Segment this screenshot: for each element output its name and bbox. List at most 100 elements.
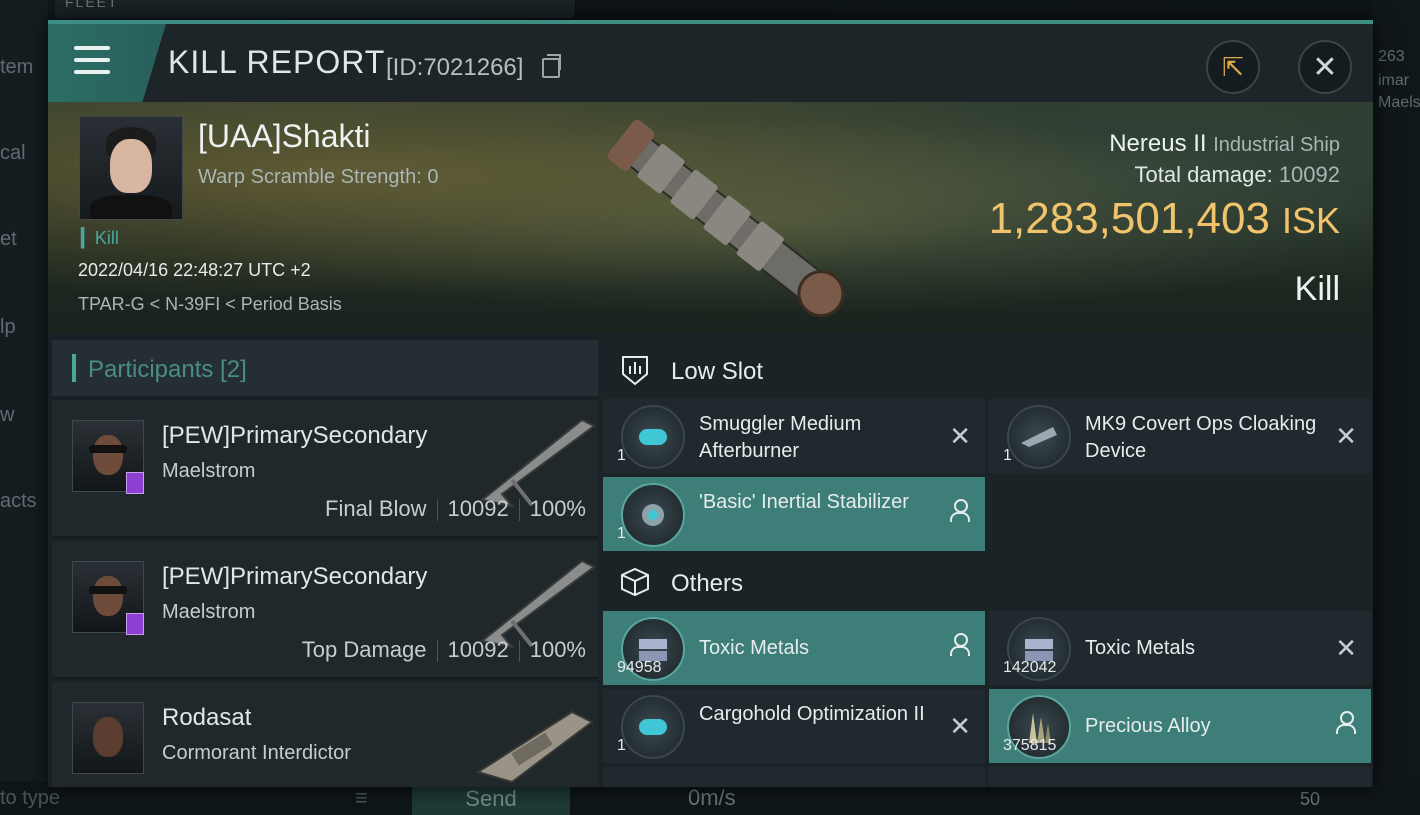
item-name: MK9 Covert Ops Cloaking Device — [1085, 413, 1317, 462]
item-quantity: 375815 — [1003, 737, 1057, 754]
item-quantity: 1 — [1003, 447, 1012, 464]
item-icon — [621, 483, 685, 547]
participant-row[interactable]: Rodasat Cormorant Interdictor — [52, 682, 598, 787]
ship-class: Industrial Ship — [1213, 134, 1340, 156]
victim-avatar[interactable] — [79, 116, 183, 220]
item-name: Smuggler Medium Afterburner — [699, 413, 862, 462]
sidebar-label[interactable]: w — [0, 404, 14, 427]
kill-tag-label: Kill — [94, 228, 119, 248]
kill-tag: ▎Kill — [81, 228, 119, 248]
right-overview: 263 imar Maels — [1372, 0, 1420, 815]
corp-badge-icon — [126, 613, 144, 635]
participants-header[interactable]: Participants [2] — [52, 340, 598, 396]
participant-avatar — [72, 702, 144, 774]
fleet-tab[interactable]: FLEET — [55, 0, 575, 18]
item-quantity: 1 — [617, 737, 626, 754]
dropped-user-icon — [949, 499, 970, 523]
hamburger-icon — [74, 46, 110, 82]
item-name: Cargohold Optimization II — [699, 703, 925, 725]
overview-label: Maels — [1378, 94, 1420, 111]
participant-percent: 100% — [529, 496, 586, 521]
kill-result: Kill — [1294, 270, 1340, 308]
participant-ship-image — [479, 559, 596, 649]
speed-readout: 0m/s — [688, 785, 736, 810]
item-quantity: 1 — [617, 525, 626, 542]
copy-icon[interactable] — [542, 54, 561, 78]
participant-name: [PEW]PrimarySecondary — [162, 563, 428, 590]
sidebar-label[interactable]: et — [0, 228, 17, 251]
chat-menu-icon[interactable]: ≡ — [355, 785, 391, 811]
kill-report-modal: KILL REPORT [ID:7021266] ⇱ ✕ [UAA]Shakti… — [48, 20, 1373, 787]
destroyed-icon: ✕ — [1335, 421, 1357, 451]
menu-button[interactable] — [48, 24, 166, 102]
participant-name: [PEW]PrimarySecondary — [162, 422, 428, 449]
destroyed-icon: ✕ — [949, 421, 971, 451]
send-button[interactable]: Send — [412, 783, 570, 815]
item-quantity: 142042 — [1003, 659, 1057, 676]
participant-ship-image — [479, 418, 596, 508]
item-name: Precious Alloy — [1085, 715, 1211, 737]
left-sidebar: tem cal et lp w acts — [0, 0, 48, 815]
divider — [518, 499, 520, 522]
close-icon: ✕ — [1312, 50, 1338, 84]
participant-ship: Maelstrom — [162, 601, 256, 623]
others-title: Others — [671, 570, 744, 597]
divider — [436, 640, 438, 663]
participant-role: Final Blow — [325, 496, 427, 521]
participant-role: Top Damage — [301, 637, 427, 662]
item-quantity: 1 — [617, 447, 626, 464]
sidebar-label[interactable]: lp — [0, 316, 16, 339]
item-slot[interactable]: 375815 Precious Alloy — [989, 689, 1371, 763]
destroyed-icon: ✕ — [949, 711, 971, 741]
divider — [518, 640, 520, 663]
item-quantity: 94958 — [617, 659, 662, 676]
dropped-user-icon — [949, 633, 970, 657]
participant-ship-image — [475, 710, 594, 784]
ship-name[interactable]: Nereus II — [1109, 130, 1206, 157]
close-button[interactable]: ✕ — [1298, 40, 1352, 94]
participant-ship: Maelstrom — [162, 460, 256, 482]
participant-row[interactable]: [PEW]PrimarySecondary Maelstrom Top Dama… — [52, 541, 598, 679]
item-name: Toxic Metals — [1085, 637, 1196, 659]
item-icon — [621, 405, 685, 469]
destroyed-icon: ✕ — [1335, 633, 1357, 663]
total-damage-line: Total damage: 10092 — [1134, 162, 1340, 188]
victim-banner: [UAA]Shakti Warp Scramble Strength: 0 ▎K… — [48, 102, 1373, 334]
sidebar-label[interactable]: cal — [0, 142, 26, 165]
participant-stats: Final Blow 10092 100% — [325, 496, 586, 522]
kill-datetime: 2022/04/16 22:48:27 UTC +2 — [78, 260, 311, 280]
item-slot-partial[interactable] — [989, 767, 1371, 787]
item-slot-partial[interactable] — [603, 767, 985, 787]
item-slot[interactable]: 94958 Toxic Metals — [603, 611, 985, 685]
sidebar-label[interactable]: tem — [0, 56, 33, 79]
overview-label: imar — [1378, 72, 1410, 89]
isk-value: 1,283,501,403 — [988, 194, 1270, 243]
participant-percent: 100% — [529, 637, 586, 662]
dropped-user-icon — [1335, 711, 1356, 735]
total-damage-value: 10092 — [1278, 162, 1340, 187]
participant-ship: Cormorant Interdictor — [162, 742, 351, 764]
count-readout: 50 — [1300, 789, 1321, 809]
item-slot[interactable]: 1 Smuggler Medium Afterburner ✕ — [603, 399, 985, 473]
kill-location: TPAR-G < N-39FI < Period Basis — [78, 294, 342, 314]
low-slot-title: Low Slot — [671, 358, 764, 385]
overview-label: 263 — [1378, 48, 1405, 65]
victim-ship-image[interactable] — [588, 116, 868, 326]
item-slot[interactable]: 1 Cargohold Optimization II ✕ — [603, 689, 985, 763]
victim-name[interactable]: [UAA]Shakti — [198, 118, 371, 155]
cargo-box-icon — [621, 567, 649, 597]
item-icon — [621, 695, 685, 759]
sidebar-label[interactable]: acts — [0, 490, 37, 513]
participant-damage: 10092 — [447, 496, 509, 521]
chat-input[interactable]: to type — [0, 787, 60, 810]
modal-header: KILL REPORT [ID:7021266] ⇱ ✕ — [48, 24, 1373, 102]
share-button[interactable]: ⇱ — [1206, 40, 1260, 94]
isk-value-line: 1,283,501,403 ISK — [989, 194, 1340, 244]
item-slot[interactable]: 1 'Basic' Inertial Stabilizer — [603, 477, 985, 551]
items-panel: Low Slot 1 Smuggler Medium Afterburner ✕… — [601, 336, 1373, 787]
item-name: Toxic Metals — [699, 637, 810, 659]
participant-row[interactable]: [PEW]PrimarySecondary Maelstrom Final Bl… — [52, 400, 598, 538]
page-title: KILL REPORT — [168, 44, 386, 80]
item-slot[interactable]: 1 MK9 Covert Ops Cloaking Device ✕ — [989, 399, 1371, 473]
item-slot[interactable]: 142042 Toxic Metals ✕ — [989, 611, 1371, 685]
